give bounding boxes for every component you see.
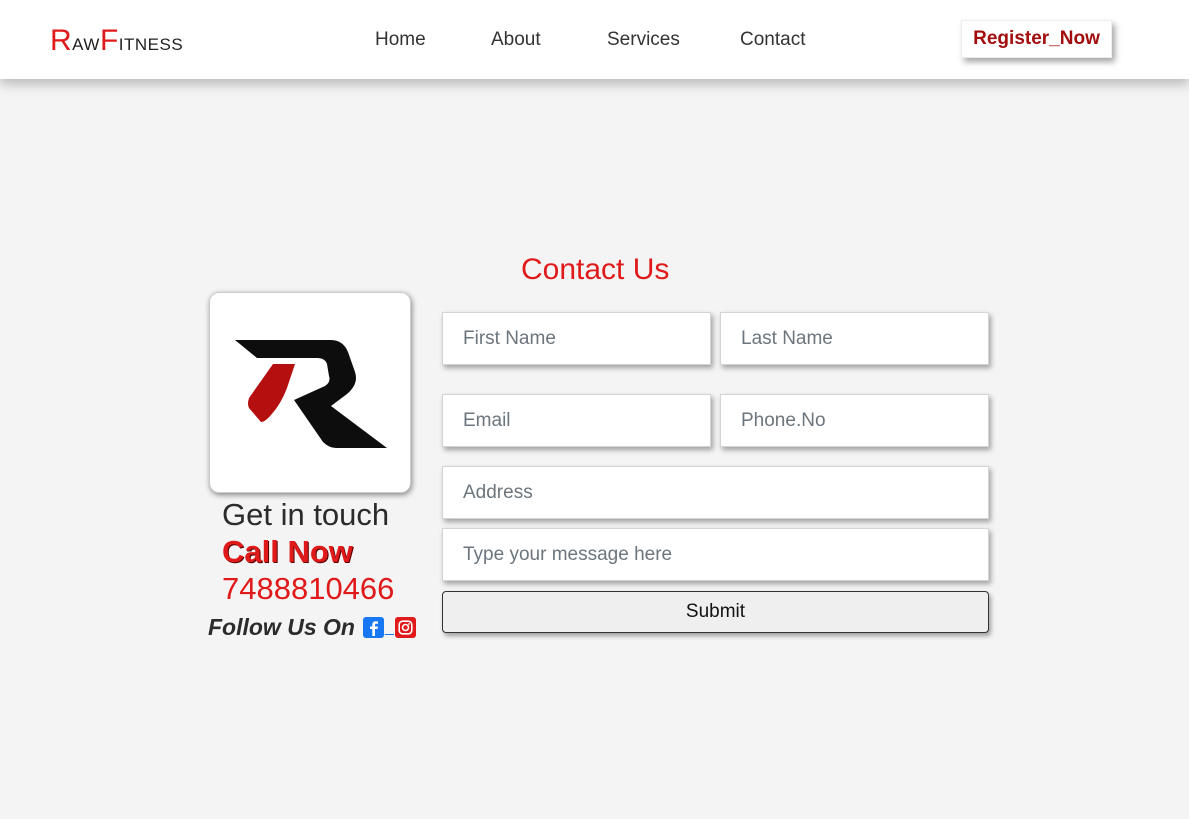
- nav-about-link[interactable]: About: [491, 29, 541, 51]
- first-name-field[interactable]: [442, 312, 711, 365]
- message-field[interactable]: [442, 528, 989, 581]
- contact-us-heading: Contact Us: [521, 253, 670, 286]
- address-field[interactable]: [442, 466, 989, 519]
- brand-logo-card: [209, 292, 411, 493]
- follow-us-row: Follow Us On _: [208, 614, 416, 641]
- nav-services-link[interactable]: Services: [607, 29, 680, 51]
- last-name-field[interactable]: [720, 312, 989, 365]
- social-separator: _: [384, 619, 394, 636]
- submit-button[interactable]: Submit: [442, 591, 989, 633]
- facebook-icon[interactable]: [362, 617, 384, 638]
- phone-field[interactable]: [720, 394, 989, 447]
- nav-home-link[interactable]: Home: [375, 29, 426, 51]
- nav-contact-link[interactable]: Contact: [740, 29, 805, 51]
- phone-number[interactable]: 7488810466: [222, 571, 394, 607]
- navbar: R aw F itness Home About Services Contac…: [0, 0, 1189, 79]
- follow-us-label: Follow Us On: [208, 614, 355, 640]
- register-now-button[interactable]: Register_Now: [961, 20, 1112, 58]
- r-logo-icon: [235, 340, 387, 448]
- get-in-touch-heading: Get in touch: [222, 497, 390, 532]
- call-now-label: Call Now: [222, 534, 353, 569]
- instagram-icon[interactable]: [394, 617, 416, 638]
- email-field[interactable]: [442, 394, 711, 447]
